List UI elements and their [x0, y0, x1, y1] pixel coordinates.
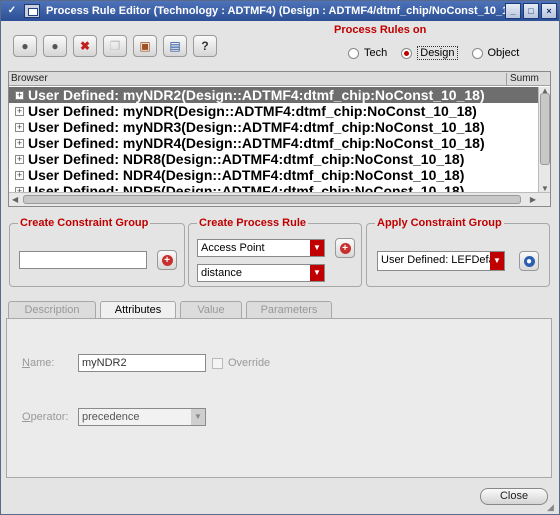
chevron-down-icon: ▼: [310, 265, 324, 281]
radio-label: Design: [417, 46, 458, 60]
scroll-right-icon[interactable]: ▶: [530, 195, 536, 204]
create-process-rule-title: Create Process Rule: [197, 217, 308, 229]
new-button[interactable]: ●: [13, 35, 37, 57]
process-rule-editor-window: ✓ Process Rule Editor (Technology : ADTM…: [0, 0, 560, 515]
summary-column-header[interactable]: Summ: [506, 73, 539, 86]
window-menu-icon[interactable]: ✓: [4, 4, 20, 18]
create-process-rule-button[interactable]: +: [335, 238, 355, 258]
close-window-button[interactable]: ×: [541, 3, 557, 19]
resize-grip-icon[interactable]: ◢: [547, 502, 557, 512]
chevron-down-icon: ▼: [310, 240, 324, 256]
create-constraint-group-button[interactable]: +: [157, 250, 177, 270]
close-button[interactable]: Close: [480, 488, 548, 505]
tab-value[interactable]: Value: [180, 301, 242, 319]
tree-row[interactable]: + User Defined: NDR8(Design::ADTMF4:dtmf_…: [9, 151, 539, 167]
save-button[interactable]: ▤: [163, 35, 187, 57]
name-field[interactable]: [78, 354, 206, 372]
expand-icon[interactable]: +: [15, 90, 24, 100]
create-process-rule-group: Create Process Rule Access Point ▼ dista…: [188, 217, 362, 287]
process-rules-radio-group: Tech Design Object: [348, 46, 533, 60]
constraint-group-name-input[interactable]: [19, 251, 147, 269]
radio-design[interactable]: Design: [401, 46, 458, 60]
title-bar[interactable]: ✓ Process Rule Editor (Technology : ADTM…: [1, 1, 559, 21]
browser-rows: + User Defined: myNDR2(Design::ADTMF4:dtm…: [9, 87, 539, 199]
copy-button[interactable]: ❐: [103, 35, 127, 57]
radio-object[interactable]: Object: [471, 47, 520, 59]
operator-select[interactable]: precedence ▼: [78, 408, 206, 426]
app-icon: [24, 4, 40, 18]
browser-tree[interactable]: Browser Summ + User Defined: myNDR2(Desig…: [8, 71, 551, 207]
toolbar: ● ● ✖ ❐ ▣ ▤ ?: [13, 35, 217, 57]
tree-row-label: User Defined: NDR8(Design::ADTMF4:dtmf_c…: [28, 151, 465, 167]
tree-row[interactable]: + User Defined: myNDR4(Design::ADTMF4:dtm…: [9, 135, 539, 151]
expand-icon[interactable]: +: [15, 170, 24, 180]
maximize-button[interactable]: □: [523, 3, 539, 19]
process-rule-value-select-value: distance: [201, 267, 242, 279]
tree-row[interactable]: + User Defined: myNDR2(Design::ADTMF4:dtm…: [9, 87, 539, 103]
apply-icon: ●: [523, 255, 535, 267]
tree-row-label: User Defined: myNDR(Design::ADTMF4:dtmf_…: [28, 103, 477, 119]
tree-row-label: User Defined: myNDR2(Design::ADTMF4:dtmf…: [28, 87, 485, 103]
browser-header: Browser Summ: [9, 72, 550, 86]
apply-constraint-group-button[interactable]: ●: [519, 251, 539, 271]
copy-icon: ❐: [109, 39, 121, 53]
apply-constraint-group: Apply Constraint Group User Defined: LEF…: [366, 217, 550, 287]
create-constraint-group: Create Constraint Group +: [9, 217, 185, 287]
process-rule-value-select[interactable]: distance ▼: [197, 264, 325, 282]
override-checkbox[interactable]: [212, 358, 223, 369]
tree-row-label: User Defined: myNDR3(Design::ADTMF4:dtmf…: [28, 119, 485, 135]
name-label: Name:: [22, 357, 55, 369]
paste-button[interactable]: ▣: [133, 35, 157, 57]
horizontal-scrollbar[interactable]: ◀ ▶: [9, 192, 550, 206]
tab-parameters[interactable]: Parameters: [246, 301, 332, 319]
radio-tech[interactable]: Tech: [348, 47, 387, 59]
create-constraint-group-title: Create Constraint Group: [18, 217, 151, 229]
tree-row[interactable]: + User Defined: myNDR3(Design::ADTMF4:dtm…: [9, 119, 539, 135]
apply-constraint-group-title: Apply Constraint Group: [375, 217, 504, 229]
expand-icon[interactable]: +: [15, 138, 24, 148]
delete-icon: ✖: [79, 39, 91, 53]
tree-row[interactable]: + User Defined: myNDR(Design::ADTMF4:dtmf…: [9, 103, 539, 119]
process-rule-select[interactable]: Access Point ▼: [197, 239, 325, 257]
delete-button[interactable]: ✖: [73, 35, 97, 57]
process-rule-select-value: Access Point: [201, 242, 265, 254]
tree-row-label: User Defined: NDR4(Design::ADTMF4:dtmf_c…: [28, 167, 465, 183]
browser-column-header[interactable]: Browser: [11, 73, 48, 84]
radio-dot: [348, 47, 359, 59]
apply-constraint-group-select[interactable]: User Defined: LEFDefa ▼: [377, 251, 505, 271]
tab-description[interactable]: Description: [8, 301, 96, 319]
expand-icon[interactable]: +: [15, 122, 24, 132]
radio-label: Object: [487, 47, 520, 59]
radio-dot: [401, 47, 413, 59]
horizontal-scroll-thumb[interactable]: [23, 195, 521, 204]
operator-select-value: precedence: [82, 411, 140, 423]
open-button[interactable]: ●: [43, 35, 67, 57]
save-icon: ▤: [169, 39, 181, 53]
attributes-panel: Name: Override Operator: precedence ▼: [6, 318, 552, 478]
paste-icon: ▣: [139, 39, 151, 53]
expand-icon[interactable]: +: [15, 106, 24, 116]
vertical-scrollbar[interactable]: ▲ ▼: [538, 86, 550, 193]
chevron-down-icon: ▼: [490, 252, 504, 270]
override-label: Override: [228, 357, 271, 369]
radio-dot: [471, 47, 483, 59]
operator-label: Operator:: [22, 411, 69, 423]
vertical-scroll-thumb[interactable]: [540, 93, 550, 165]
tree-row[interactable]: + User Defined: NDR4(Design::ADTMF4:dtmf_…: [9, 167, 539, 183]
circle-icon: ●: [51, 39, 59, 53]
process-rules-on-title: Process Rules on: [334, 24, 427, 36]
apply-constraint-group-select-value: User Defined: LEFDefa: [381, 254, 495, 266]
circle-icon: ●: [21, 39, 29, 53]
scroll-left-icon[interactable]: ◀: [12, 195, 18, 204]
radio-label: Tech: [364, 47, 388, 59]
minimize-button[interactable]: _: [505, 3, 521, 19]
help-button[interactable]: ?: [193, 35, 217, 57]
tree-row-label: User Defined: myNDR4(Design::ADTMF4:dtmf…: [28, 135, 485, 151]
window-title: Process Rule Editor (Technology : ADTMF4…: [46, 5, 519, 17]
add-icon: +: [161, 254, 173, 266]
chevron-down-icon: ▼: [191, 409, 205, 425]
help-icon: ?: [201, 39, 209, 53]
add-icon: +: [339, 242, 351, 254]
expand-icon[interactable]: +: [15, 154, 24, 164]
